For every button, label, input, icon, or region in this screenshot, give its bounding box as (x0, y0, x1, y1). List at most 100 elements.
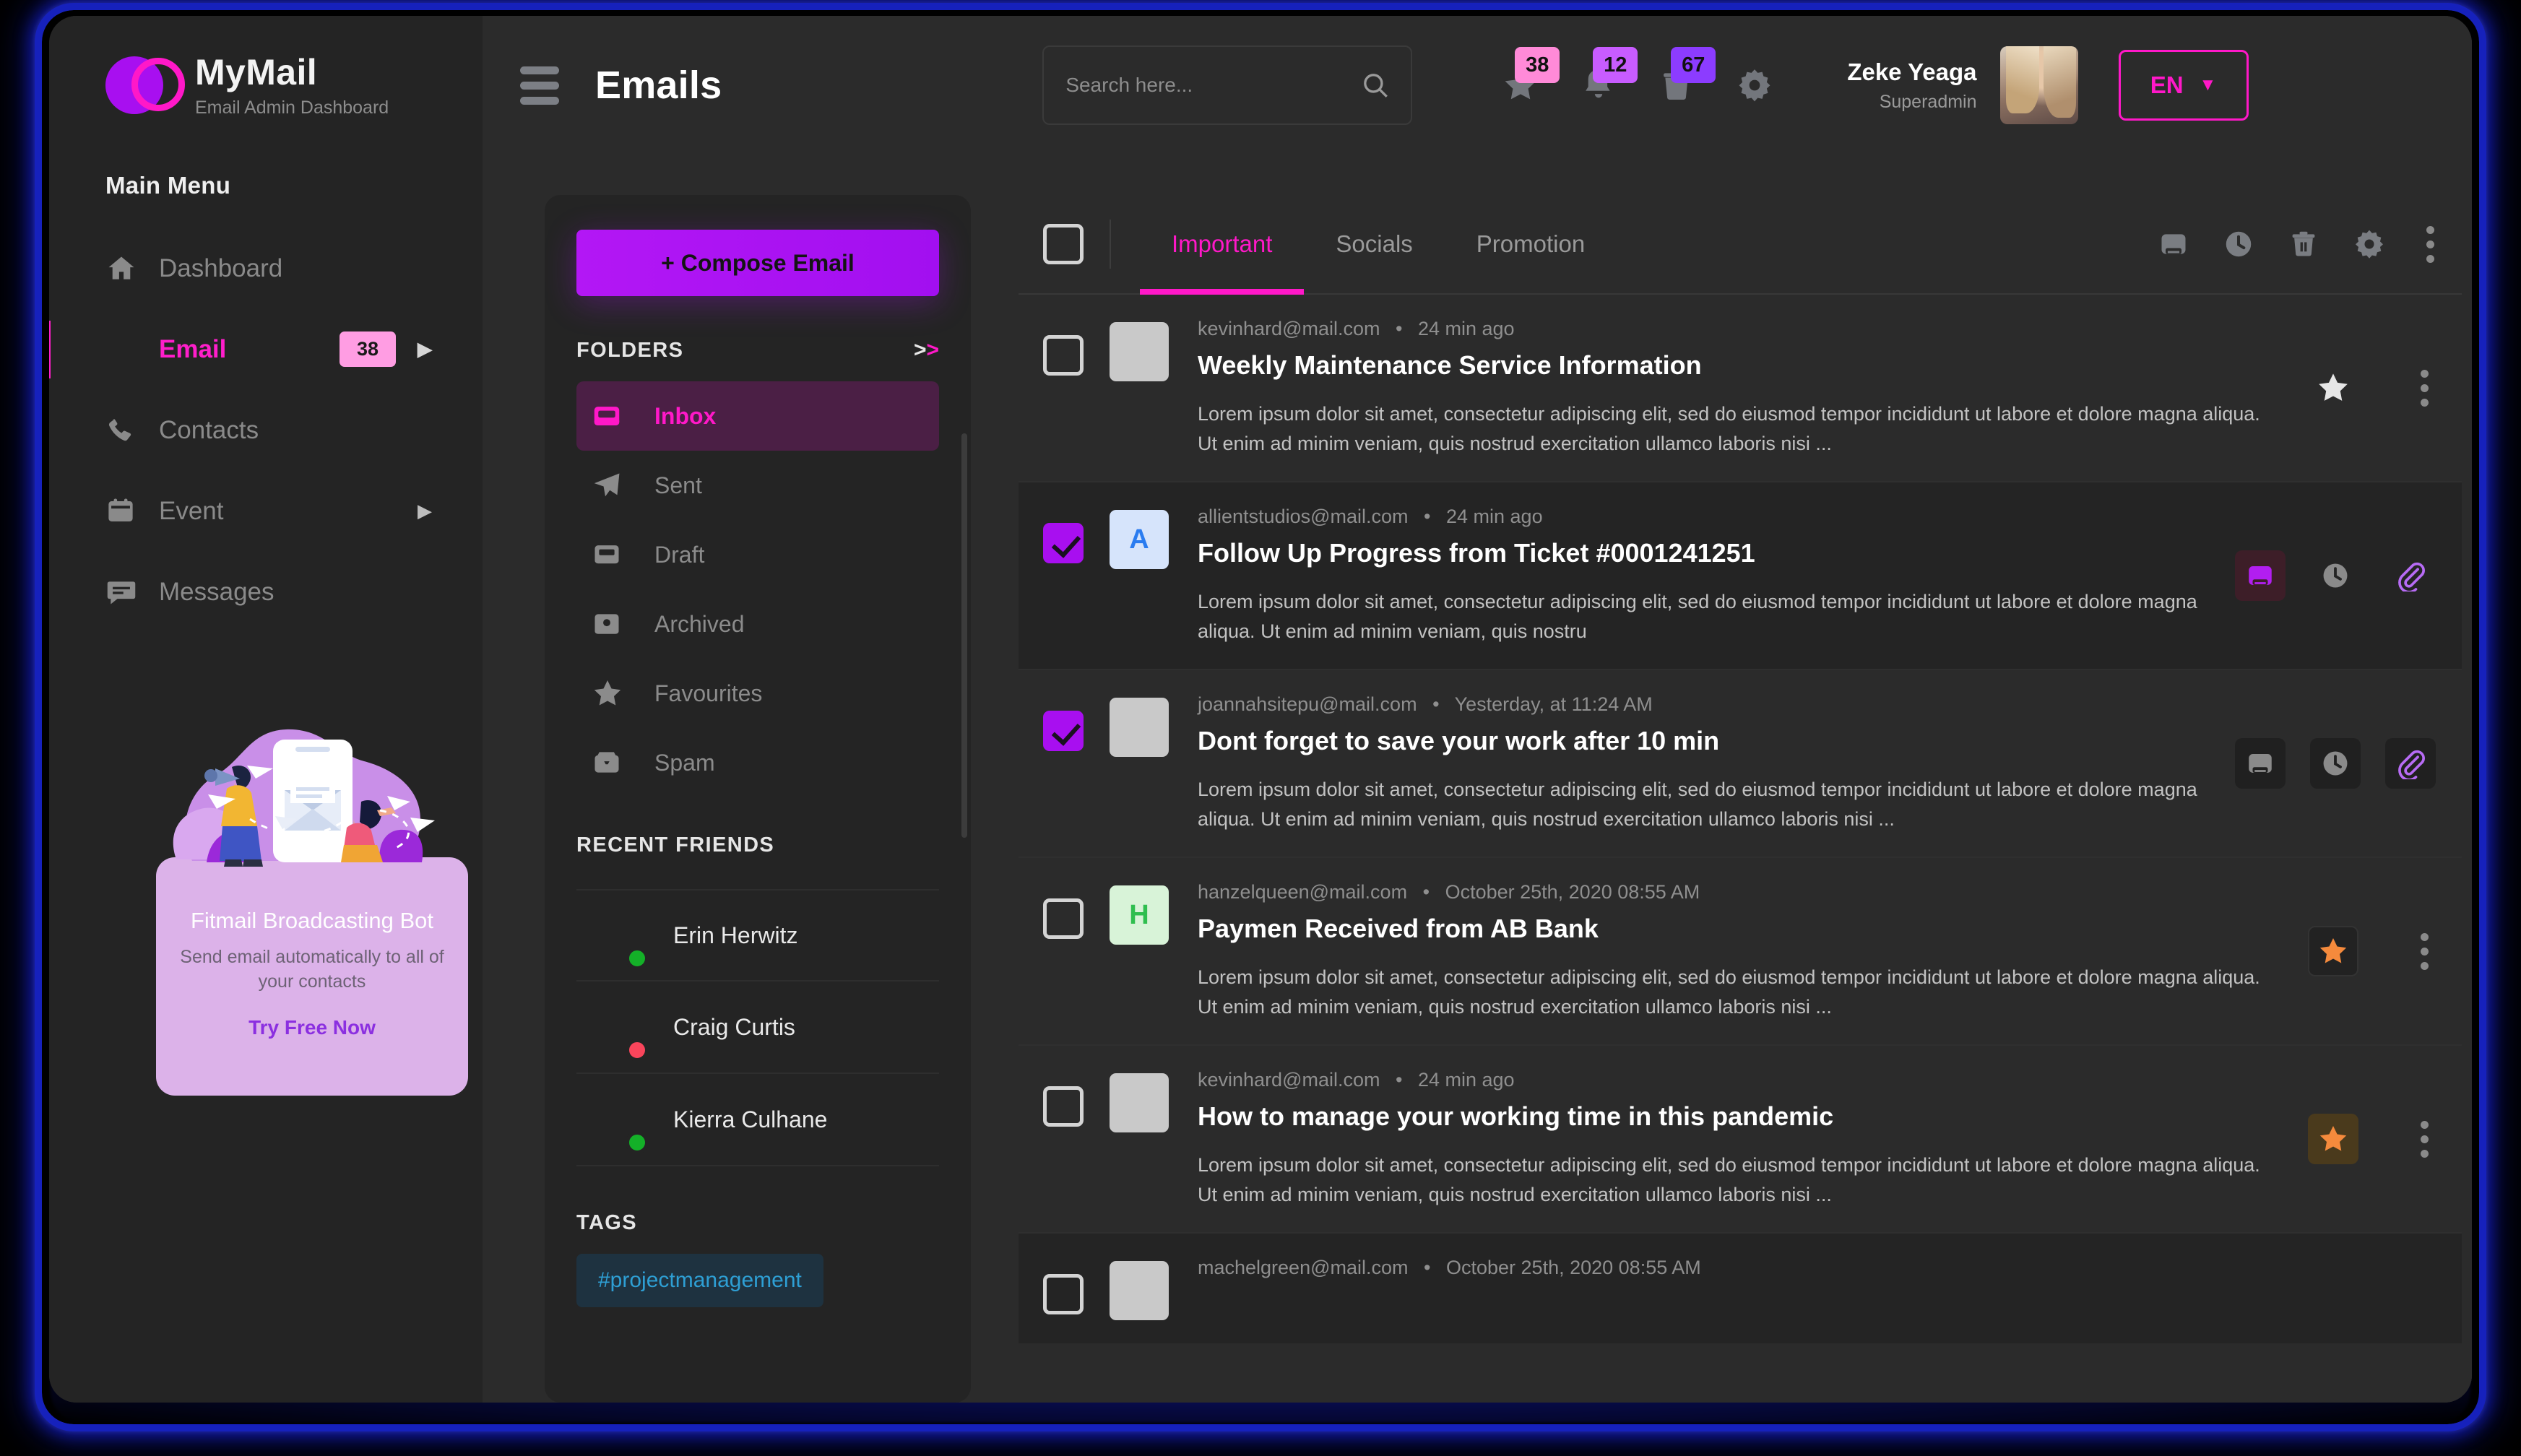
timestamp: 24 min ago (1446, 506, 1543, 527)
gear-icon[interactable] (1716, 46, 1794, 125)
bell-badge: 12 (1593, 47, 1638, 83)
more-vertical-icon[interactable] (2413, 926, 2436, 977)
folder-favourites[interactable]: Favourites (576, 659, 939, 728)
table-row[interactable]: kevinhard@mail.com • 24 min ago How to m… (1019, 1044, 2462, 1232)
sender-email: hanzelqueen@mail.com (1198, 881, 1408, 903)
sender-email: kevinhard@mail.com (1198, 1069, 1380, 1091)
search-icon[interactable] (1360, 70, 1391, 100)
email-subject: Follow Up Progress from Ticket #00012412… (1198, 538, 1755, 568)
row-meta: kevinhard@mail.com • 24 min ago (1198, 1069, 1515, 1091)
list-item[interactable]: Craig Curtis (576, 982, 939, 1074)
email-excerpt: Lorem ipsum dolor sit amet, consectetur … (1198, 779, 2197, 830)
table-row[interactable]: H hanzelqueen@mail.com • October 25th, 2… (1019, 857, 2462, 1044)
hamburger-icon[interactable] (520, 66, 559, 105)
clock-icon[interactable] (2223, 228, 2254, 260)
folder-spam[interactable]: Spam (576, 728, 939, 797)
trash-icon[interactable] (2288, 228, 2319, 260)
sidebar-item-contacts[interactable]: Contacts (49, 390, 483, 471)
star-icon[interactable] (2308, 926, 2358, 976)
tab-important[interactable]: Important (1140, 195, 1305, 295)
language-selector[interactable]: EN ▼ (2118, 50, 2249, 121)
timestamp: October 25th, 2020 08:55 AM (1445, 881, 1700, 903)
friends-list: Erin Herwitz Craig Curtis Kierra Culhane (576, 889, 939, 1166)
trash-badge: 67 (1671, 47, 1716, 83)
folders-expand-button[interactable]: >> (914, 338, 939, 363)
user-profile[interactable]: Zeke Yeaga Superadmin (1847, 46, 2078, 124)
logo-icon (105, 56, 185, 116)
row-checkbox[interactable] (1043, 1274, 1084, 1314)
search-box[interactable] (1042, 46, 1413, 125)
star-icon[interactable]: 38 (1482, 46, 1560, 125)
search-input[interactable] (1065, 74, 1361, 97)
archive-icon[interactable] (2235, 550, 2286, 601)
select-all-checkbox[interactable] (1043, 224, 1084, 264)
row-checkbox[interactable] (1043, 711, 1084, 751)
scrollbar[interactable] (961, 433, 967, 838)
clock-icon[interactable] (2310, 550, 2361, 601)
more-vertical-icon[interactable] (2413, 363, 2436, 414)
friend-name: Kierra Culhane (673, 1106, 828, 1132)
friend-name: Craig Curtis (673, 1013, 795, 1040)
row-checkbox[interactable] (1043, 898, 1084, 939)
table-row[interactable]: machelgreen@mail.com • October 25th, 202… (1019, 1232, 2462, 1343)
sidebar-item-dashboard[interactable]: Dashboard (49, 228, 483, 309)
sidebar: MyMail Email Admin Dashboard Main Menu D… (49, 16, 483, 1403)
archive-icon[interactable] (2158, 228, 2189, 260)
sender-email: joannahsitepu@mail.com (1198, 693, 1417, 715)
mail-rows: kevinhard@mail.com • 24 min ago Weekly M… (1019, 295, 2462, 1403)
chevron-right-icon: ▶ (418, 338, 432, 360)
sidebar-item-messages[interactable]: Messages (49, 552, 483, 633)
table-row[interactable]: joannahsitepu@mail.com • Yesterday, at 1… (1019, 669, 2462, 857)
promo-title: Fitmail Broadcasting Bot (191, 908, 433, 933)
brand-subtitle: Email Admin Dashboard (195, 97, 389, 118)
top-header: Emails 38 12 (483, 16, 2472, 155)
tab-promotion[interactable]: Promotion (1445, 195, 1617, 293)
list-item[interactable]: Kierra Culhane (576, 1074, 939, 1166)
row-checkbox[interactable] (1043, 1086, 1084, 1127)
clock-icon[interactable] (2310, 738, 2361, 789)
row-checkbox[interactable] (1043, 335, 1084, 376)
folder-archived[interactable]: Archived (576, 589, 939, 659)
more-vertical-icon[interactable] (2413, 1114, 2436, 1165)
promo-cta-button[interactable]: Try Free Now (248, 1016, 376, 1039)
brand-logo[interactable]: MyMail Email Admin Dashboard (49, 16, 483, 118)
more-vertical-icon[interactable] (2419, 219, 2442, 270)
sidebar-item-event[interactable]: Event ▶ (49, 471, 483, 552)
timestamp: Yesterday, at 11:24 AM (1454, 693, 1653, 715)
avatar (1110, 1073, 1169, 1132)
trash-icon[interactable]: 67 (1638, 46, 1716, 125)
avatar (1110, 1261, 1169, 1320)
folder-sent[interactable]: Sent (576, 451, 939, 520)
star-icon[interactable] (2308, 363, 2358, 413)
promo-card[interactable]: Fitmail Broadcasting Bot Send email auto… (156, 729, 468, 1096)
avatar[interactable] (1999, 46, 2078, 124)
paperclip-icon[interactable] (2385, 738, 2436, 789)
star-icon[interactable] (2308, 1114, 2358, 1164)
paperclip-icon[interactable] (2385, 550, 2436, 601)
bell-icon[interactable]: 12 (1560, 46, 1638, 125)
table-row[interactable]: A allientstudios@mail.com • 24 min ago F… (1019, 481, 2462, 669)
folder-draft[interactable]: Draft (576, 520, 939, 589)
row-checkbox[interactable] (1043, 523, 1084, 563)
calendar-icon (105, 496, 159, 526)
list-item[interactable]: Erin Herwitz (576, 889, 939, 982)
sidebar-item-email[interactable]: Email 38 ▶ (49, 309, 483, 390)
compose-email-button[interactable]: + Compose Email (576, 230, 939, 296)
chat-icon (105, 576, 159, 608)
main-menu-title: Main Menu (105, 171, 231, 199)
folder-label: Sent (654, 472, 702, 498)
send-icon (591, 469, 654, 501)
home-icon (105, 253, 159, 285)
folders-header: FOLDERS >> (576, 338, 939, 363)
email-subject: How to manage your working time in this … (1198, 1101, 1834, 1131)
email-subject: Dont forget to save your work after 10 m… (1198, 726, 1720, 755)
avatar (581, 1089, 649, 1154)
table-row[interactable]: kevinhard@mail.com • 24 min ago Weekly M… (1019, 295, 2462, 481)
folder-inbox[interactable]: Inbox (576, 381, 939, 451)
tab-socials[interactable]: Socials (1304, 195, 1444, 293)
mail-list-toolbar: Important Socials Promotion (1019, 195, 2462, 295)
tag-chip[interactable]: #projectmanagement (576, 1254, 823, 1307)
gear-icon[interactable] (2353, 228, 2386, 261)
archive-icon[interactable] (2235, 738, 2286, 789)
folder-label: Archived (654, 610, 745, 637)
